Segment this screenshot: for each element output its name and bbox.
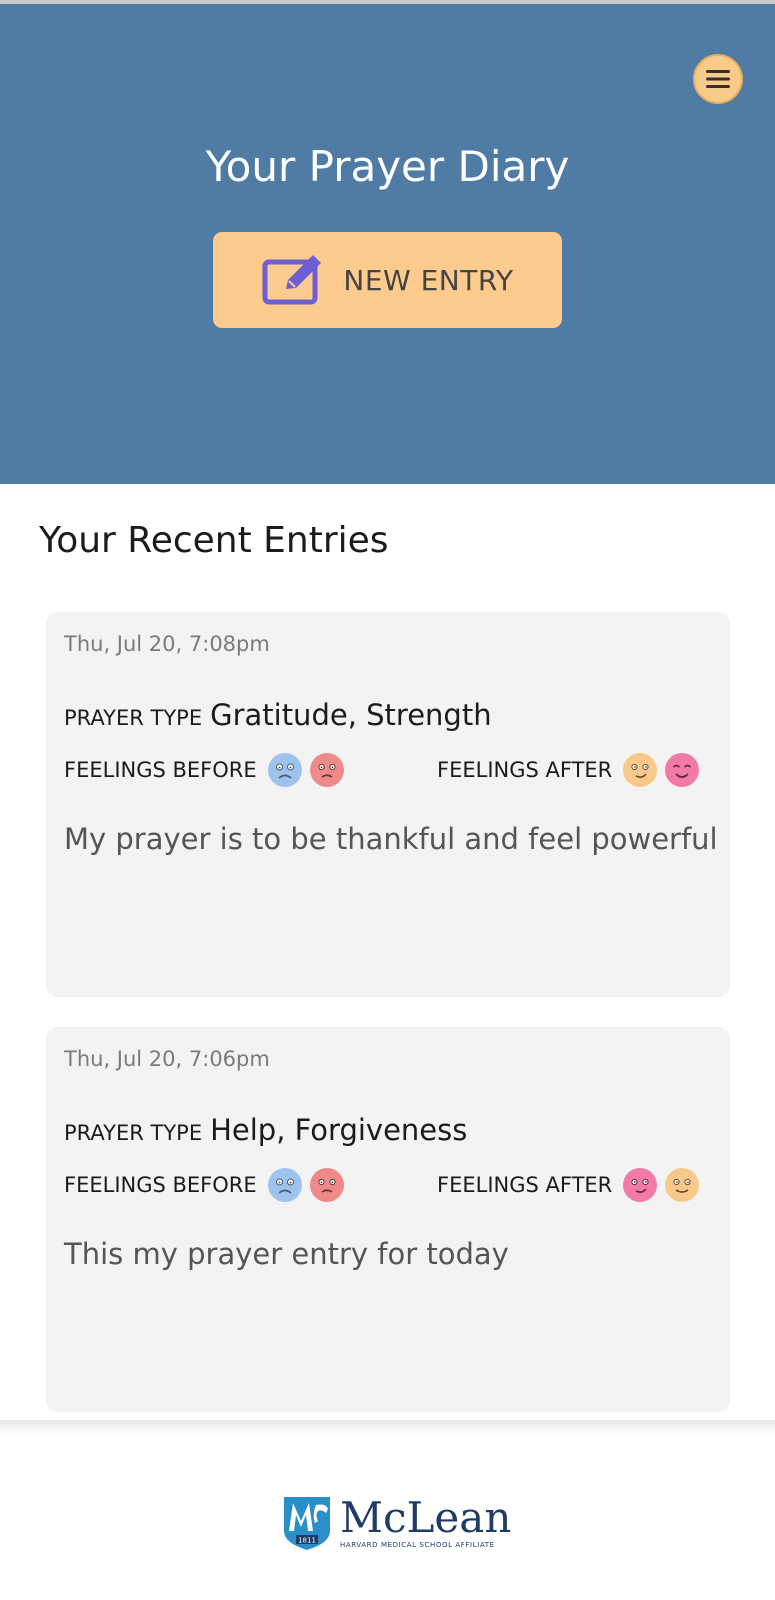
prayer-type-value: Gratitude, Strength (210, 698, 492, 732)
entry-date: Thu, Jul 20, 7:06pm (64, 1047, 270, 1071)
recent-entries-title: Your Recent Entries (39, 520, 389, 561)
logo-year: 1811 (298, 1537, 316, 1545)
content-face-icon (623, 753, 658, 787)
feelings-after: FEELINGS AFTER (437, 752, 700, 788)
upset-face-icon (309, 1168, 344, 1202)
page-title: Your Prayer Diary (205, 142, 570, 191)
prayer-type-label: PRAYER TYPE (64, 1121, 203, 1145)
header: Your Prayer Diary NEW ENTRY (0, 4, 775, 484)
menu-button[interactable] (693, 54, 743, 104)
feelings-before-label: FEELINGS BEFORE (64, 1173, 257, 1197)
feelings-before: FEELINGS BEFORE (64, 1167, 345, 1203)
feelings-after: FEELINGS AFTER (437, 1167, 700, 1203)
upset-face-icon (309, 753, 344, 787)
mclean-shield-icon: 1811 (284, 1497, 330, 1550)
sad-face-icon (267, 1168, 302, 1202)
feelings-before: FEELINGS BEFORE (64, 752, 345, 788)
feelings-before-label: FEELINGS BEFORE (64, 758, 257, 782)
new-entry-label: NEW ENTRY (343, 263, 514, 297)
entry-date: Thu, Jul 20, 7:08pm (64, 632, 270, 656)
footer-divider (0, 1420, 775, 1436)
feelings-after-label: FEELINGS AFTER (437, 1173, 613, 1197)
prayer-type-label: PRAYER TYPE (64, 706, 203, 730)
hamburger-icon (706, 70, 730, 88)
logo-subtitle: HARVARD MEDICAL SCHOOL AFFILIATE (340, 1541, 495, 1549)
new-entry-button[interactable]: NEW ENTRY (213, 232, 562, 328)
entry-card[interactable]: Thu, Jul 20, 7:08pm PRAYER TYPE Gratitud… (46, 612, 730, 997)
prayer-type-value: Help, Forgiveness (210, 1113, 468, 1147)
sad-face-icon (267, 753, 302, 787)
happy-face-icon (665, 753, 700, 787)
feelings-after-label: FEELINGS AFTER (437, 758, 613, 782)
entry-text: This my prayer entry for today (64, 1237, 509, 1271)
footer: 1811 McLean HARVARD MEDICAL SCHOOL AFFIL… (0, 1440, 775, 1600)
prayer-type: PRAYER TYPE Gratitude, Strength (64, 698, 492, 732)
mclean-logo[interactable]: 1811 McLean HARVARD MEDICAL SCHOOL AFFIL… (282, 1495, 511, 1551)
prayer-type: PRAYER TYPE Help, Forgiveness (64, 1113, 467, 1147)
logo-text: McLean HARVARD MEDICAL SCHOOL AFFILIATE (340, 1493, 512, 1550)
edit-square-icon (262, 255, 322, 305)
entry-text: My prayer is to be thankful and feel pow… (64, 822, 718, 856)
content-face-icon (665, 1168, 700, 1202)
logo-name: McLean (340, 1493, 512, 1542)
entry-card[interactable]: Thu, Jul 20, 7:06pm PRAYER TYPE Help, Fo… (46, 1027, 730, 1412)
happy-face-icon (623, 1168, 658, 1202)
